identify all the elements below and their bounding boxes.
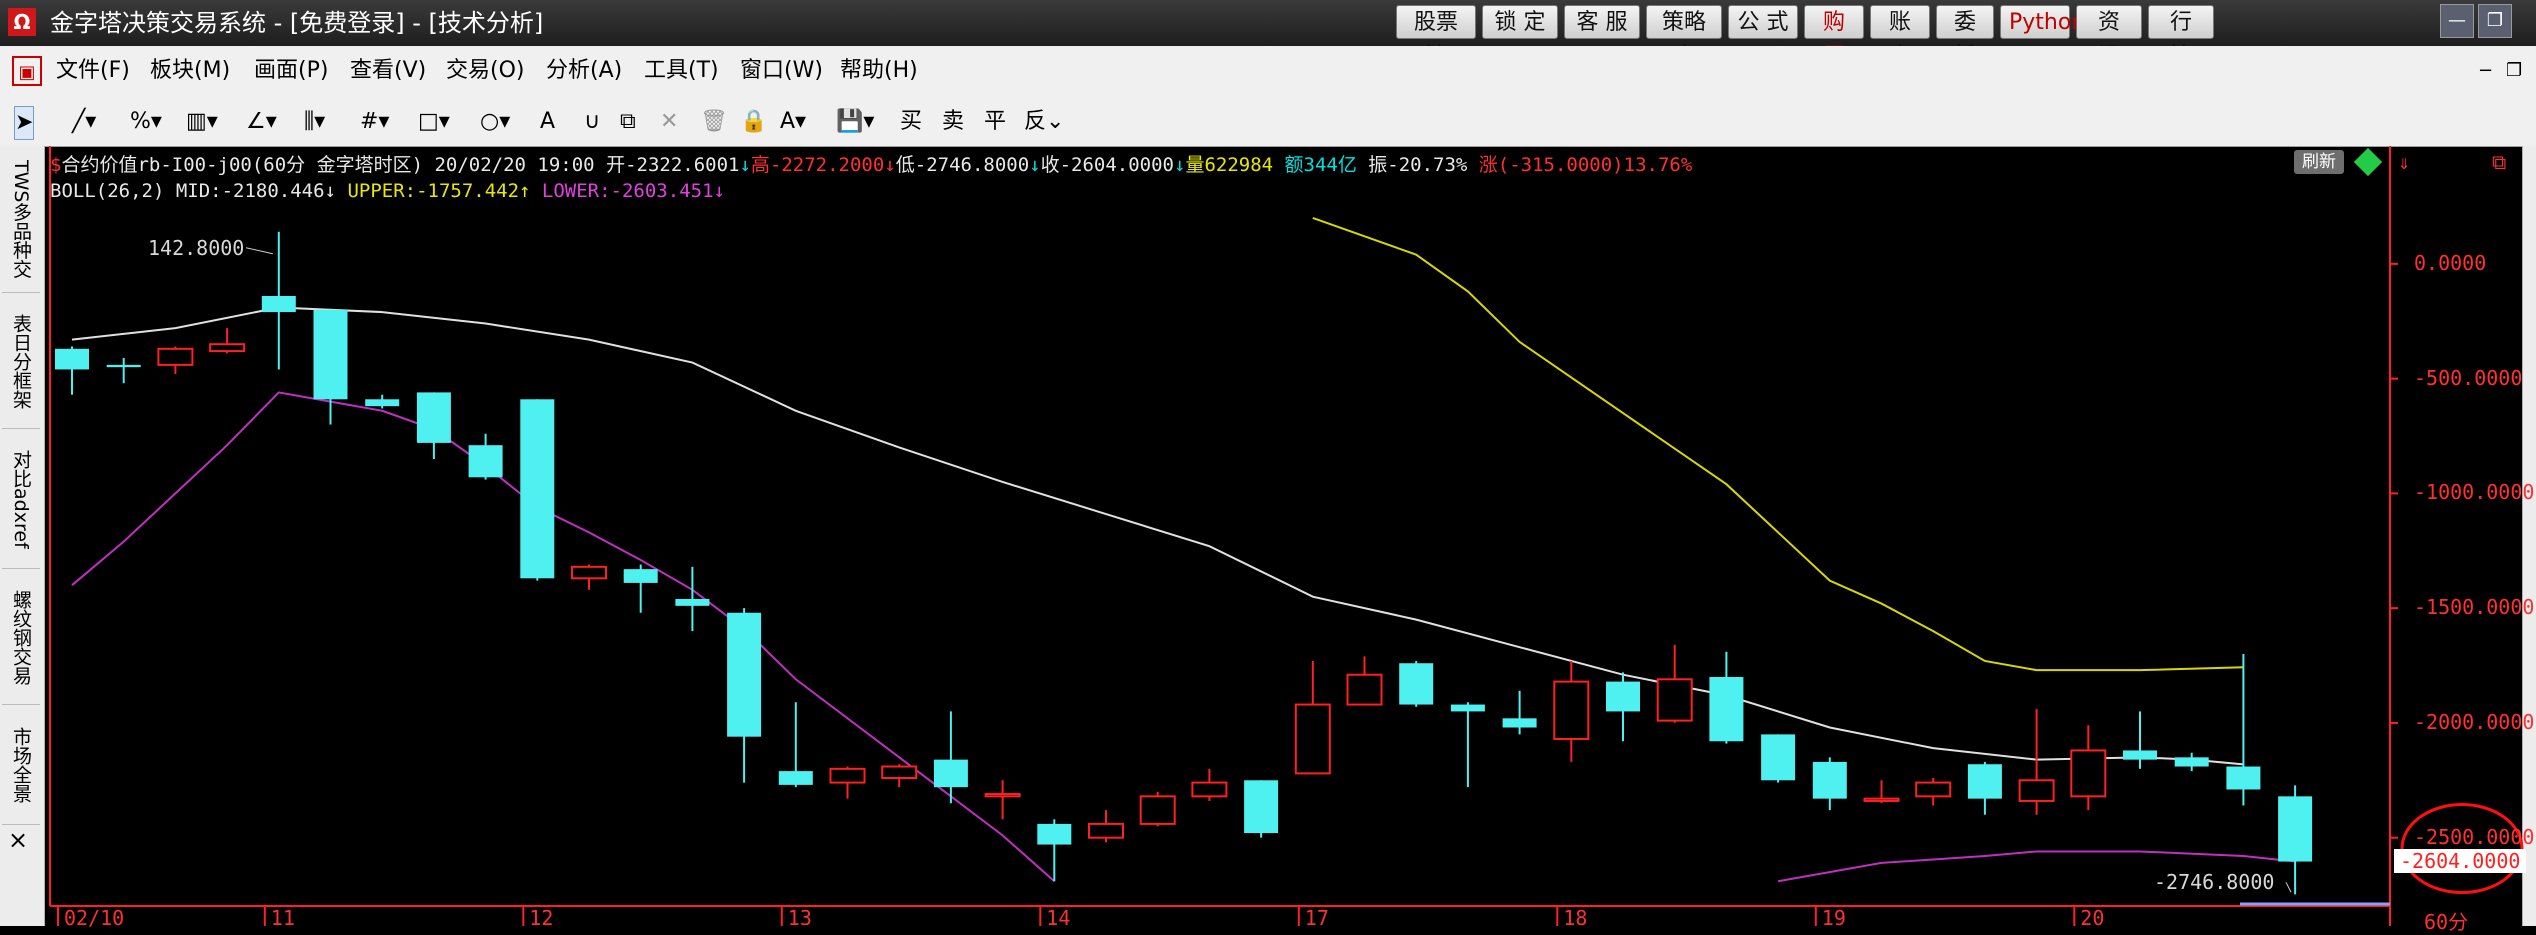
low-price-label: -2746.8000 bbox=[2154, 870, 2275, 895]
candle-body-down bbox=[1812, 761, 1847, 799]
candle-body-up bbox=[829, 767, 866, 784]
y-tick-label: -2000.0000 bbox=[2414, 709, 2535, 734]
line1-segment: 量622984 bbox=[1185, 154, 1285, 176]
y-tick-label: -500.0000 bbox=[2414, 365, 2523, 390]
candle-body-up bbox=[1863, 797, 1900, 802]
line1-segment: 开-2322.6001 bbox=[606, 154, 740, 176]
time-unit-label: 60分 bbox=[2424, 910, 2469, 934]
candle-body-down bbox=[261, 296, 296, 313]
y-tick-label: 0.0000 bbox=[2414, 250, 2487, 275]
x-date-label: 11 bbox=[270, 906, 295, 930]
candle-body-down bbox=[1399, 663, 1434, 705]
boll-info-line: BOLL(26,2) MID:-2180.446↓ UPPER:-1757.44… bbox=[50, 180, 725, 202]
candle-body-up bbox=[1088, 822, 1124, 839]
line2-segment: UPPER:-1757.442 bbox=[347, 180, 520, 202]
candle-body-up bbox=[571, 565, 607, 580]
line1-segment: 低-2746.8000 bbox=[895, 154, 1030, 176]
line1-segment: 收-2604.0000 bbox=[1040, 154, 1174, 176]
x-date-label: 20 bbox=[2080, 906, 2105, 930]
candle-body-up bbox=[881, 765, 918, 779]
line2-segment: LOWER:-2603.451 bbox=[541, 180, 714, 202]
candle-body-down bbox=[365, 399, 400, 407]
low-pointer bbox=[2285, 882, 2292, 893]
candle-body-up bbox=[984, 793, 1021, 798]
candle-body-up bbox=[1191, 781, 1228, 798]
line2-segment: ↓ bbox=[324, 180, 348, 202]
line1-segment: ↓ bbox=[739, 154, 751, 176]
candle-body-up bbox=[1139, 795, 1176, 825]
high-price-label: 142.8000 bbox=[148, 235, 245, 260]
line1-segment: ↓ bbox=[884, 154, 896, 176]
x-date-label: 12 bbox=[529, 906, 554, 930]
candle-body-down bbox=[2174, 757, 2209, 767]
boll-upper-line bbox=[1312, 217, 2244, 672]
line2-segment: ↓ bbox=[713, 180, 725, 202]
candle-body-down bbox=[520, 399, 555, 579]
x-date-label: 02/10 bbox=[64, 906, 125, 930]
candle-body-up bbox=[1294, 703, 1331, 775]
boll-lower-line bbox=[71, 391, 1055, 883]
x-date-label: 19 bbox=[1821, 906, 1846, 930]
x-date-label: 14 bbox=[1046, 906, 1071, 930]
candle-body-down bbox=[1761, 734, 1796, 781]
line1-segment: ↓ bbox=[1029, 154, 1041, 176]
candle-body-down bbox=[1037, 823, 1072, 845]
x-date-label: 13 bbox=[787, 906, 812, 930]
line1-segment: $ bbox=[50, 154, 62, 176]
candle-body-up bbox=[2018, 779, 2055, 802]
candle-body-down bbox=[1709, 677, 1744, 742]
boll-mid-line bbox=[71, 306, 2244, 766]
candle-body-down bbox=[1244, 780, 1279, 834]
candle-body-up bbox=[209, 343, 246, 353]
line2-segment: ↑ bbox=[519, 180, 542, 202]
y-tick-label: -1000.0000 bbox=[2414, 480, 2535, 505]
y-tick-label: -1500.0000 bbox=[2414, 595, 2535, 620]
line2-segment: BOLL(26,2) MID:-2180.446 bbox=[50, 180, 325, 202]
candle-body-up bbox=[2070, 749, 2107, 798]
line1-segment: 高-2272.2000 bbox=[750, 154, 885, 176]
line1-segment: 振-20.73% bbox=[1368, 154, 1479, 176]
candle-body-up bbox=[1656, 678, 1693, 722]
candle-body-up bbox=[1553, 680, 1590, 740]
candle-body-down bbox=[727, 612, 762, 737]
line1-segment: ↓ bbox=[1173, 154, 1186, 176]
line1-segment: 涨(-315.0000)13.76% bbox=[1478, 154, 1693, 176]
quote-info-line: $合约价值rb-I00-j00(60分 金字塔时区) 20/02/20 19:0… bbox=[50, 150, 1692, 177]
high-pointer bbox=[245, 247, 273, 255]
candle-body-down bbox=[623, 569, 658, 583]
candle-body-down bbox=[675, 598, 710, 606]
candle-body-up bbox=[1346, 673, 1383, 706]
candle-body-down bbox=[313, 309, 348, 400]
line1-segment: 合约价值rb-I00-j00(60分 金字塔时区) 20/02/20 19:00 bbox=[61, 154, 607, 176]
candle-body-down bbox=[2226, 766, 2261, 790]
candle-body-up bbox=[1915, 781, 1952, 798]
candle-body-down bbox=[2278, 796, 2313, 862]
candlestick-chart[interactable] bbox=[0, 0, 2536, 926]
down-arrow-icon: ⇓ bbox=[2398, 150, 2411, 174]
candle-body-up bbox=[157, 347, 194, 366]
x-date-label: 17 bbox=[1304, 906, 1329, 930]
candle-body-down bbox=[1967, 764, 2002, 799]
candle-body-down bbox=[1450, 704, 1485, 712]
line1-segment: 额344亿 bbox=[1284, 154, 1369, 176]
refresh-button[interactable]: 刷新 bbox=[2294, 150, 2344, 174]
candle-body-down bbox=[55, 348, 89, 370]
candle-body-down bbox=[416, 392, 451, 443]
y-tick-label: -2500.0000 bbox=[2414, 824, 2535, 849]
candle-body-down bbox=[1502, 718, 1537, 728]
candle-body-down bbox=[468, 445, 503, 478]
candle-body-down bbox=[933, 759, 968, 788]
candle-body-down bbox=[1606, 681, 1640, 712]
window-mode-icon[interactable]: ⧉ bbox=[2492, 150, 2506, 174]
candle-body-down bbox=[106, 364, 141, 368]
current-price-tag: -2604.0000 bbox=[2394, 848, 2527, 873]
candle-body-down bbox=[2123, 750, 2157, 760]
x-date-label: 18 bbox=[1563, 906, 1588, 930]
candle-body-down bbox=[778, 771, 813, 785]
